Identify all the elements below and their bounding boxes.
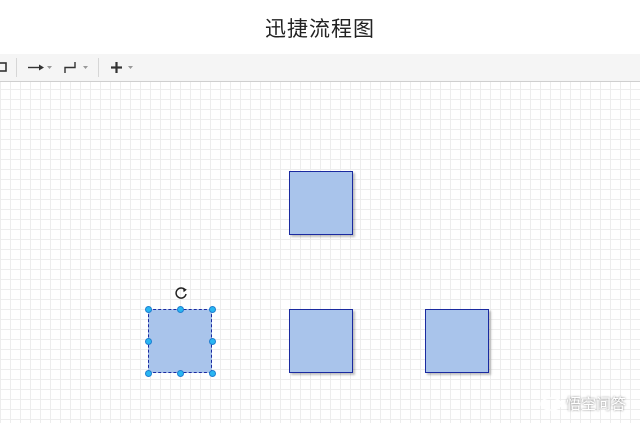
shape-bottom-center[interactable] <box>289 309 353 373</box>
waypoint-elbow-icon <box>64 62 88 73</box>
wukong-logo-icon <box>540 396 562 411</box>
resize-handle-n[interactable] <box>177 306 184 313</box>
waypoint-style-button[interactable] <box>61 54 91 81</box>
resize-handle-e[interactable] <box>209 338 216 345</box>
shape-tool-icon <box>0 62 7 72</box>
toolbar-separator <box>98 58 99 77</box>
resize-handle-se[interactable] <box>209 370 216 377</box>
toolbar-separator <box>16 58 17 77</box>
resize-handle-ne[interactable] <box>209 306 216 313</box>
connection-style-button[interactable] <box>26 54 54 81</box>
title-bar: 迅捷流程图 <box>0 0 640 55</box>
watermark: 悟空问答 <box>540 393 626 414</box>
insert-plus-icon <box>111 62 133 73</box>
rotate-icon <box>175 287 187 299</box>
resize-handle-s[interactable] <box>177 370 184 377</box>
shape-tool-button[interactable] <box>0 54 10 81</box>
connection-arrow-icon <box>28 64 52 71</box>
shape-bottom-right[interactable] <box>425 309 489 373</box>
resize-handle-w[interactable] <box>145 338 152 345</box>
resize-handle-sw[interactable] <box>145 370 152 377</box>
shape-bottom-left[interactable] <box>148 309 212 373</box>
resize-handle-nw[interactable] <box>145 306 152 313</box>
watermark-text: 悟空问答 <box>565 395 626 413</box>
rotate-handle[interactable] <box>173 285 189 301</box>
toolbar <box>0 54 640 82</box>
shape-top-center[interactable] <box>289 171 353 235</box>
insert-button[interactable] <box>108 54 136 81</box>
page-title: 迅捷流程图 <box>265 17 375 41</box>
